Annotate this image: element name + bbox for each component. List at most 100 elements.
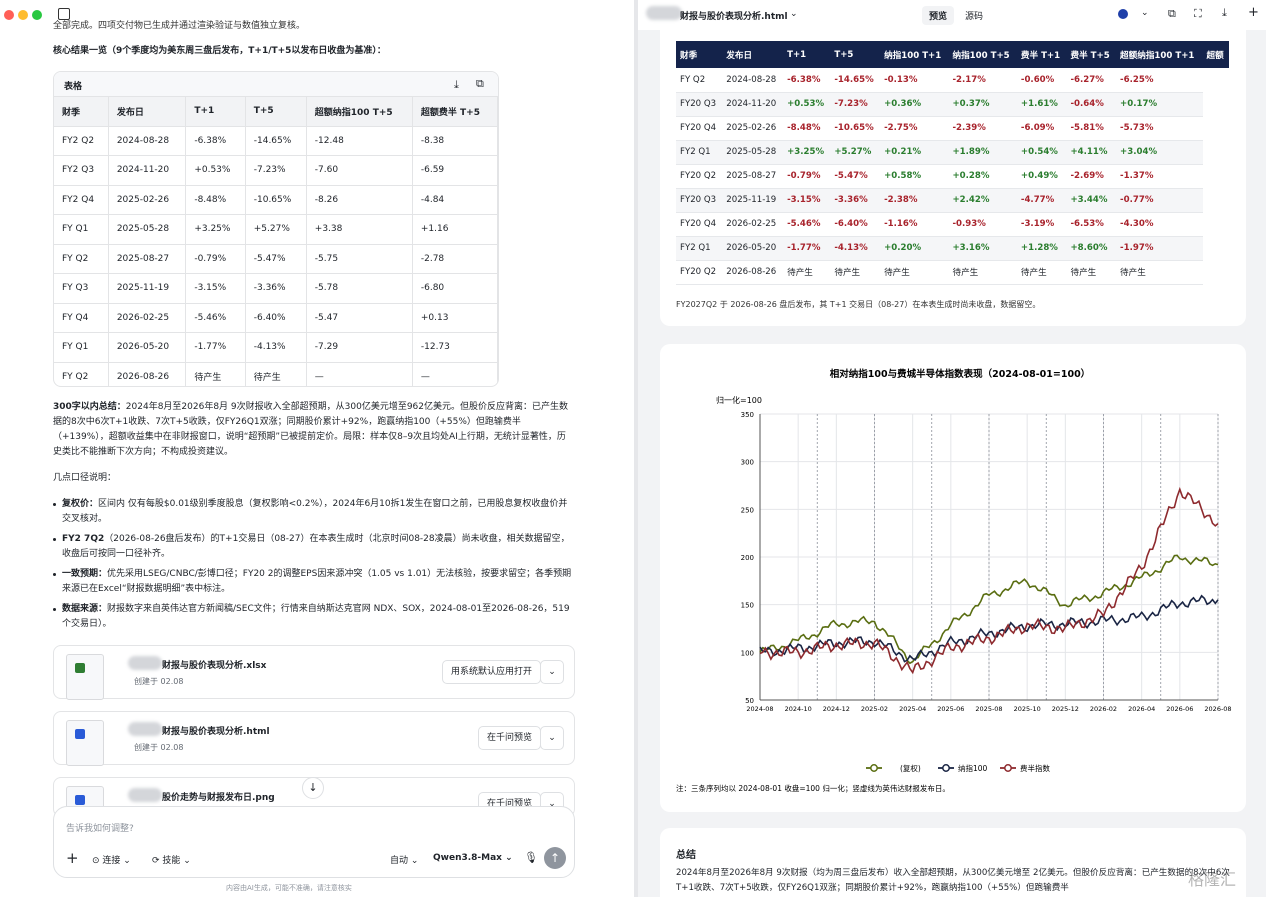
table-row: FY20 Q3 2025-11-19 -3.15% -3.36% -2.38% +2.42… [676,188,1229,213]
table-cell: -0.13% [880,68,949,93]
table-cell: -7.60 [306,155,413,186]
open-file-button[interactable]: 用系统默认应用打开 [442,660,542,684]
table-cell: +1.61% [1016,92,1067,117]
composer: 告诉我如何调整? + ⊙ 连接 ⌄ ⟳ 技能 ⌄ 自动 ⌄ Qwen3.8-Ma… [53,806,575,878]
table-cell: 待产生 [245,362,307,386]
table-row: FY Q1 2025-05-28 +3.25% +5.27% +3.38 +1.16 [54,214,498,245]
table-cell: +0.49% [1016,164,1067,189]
browser-icon[interactable] [1118,9,1128,19]
microphone-icon[interactable]: 🎙 [524,851,538,864]
redacted-blur [128,788,162,802]
y-tick-label: 350 [741,411,754,419]
copy-icon[interactable]: ⧉ [1168,7,1176,21]
file-card[interactable]: 财报与股价表现分析.xlsx 创建于 02.08 用系统默认应用打开 ⌄ [53,645,575,700]
copy-icon[interactable]: ⧉ [476,77,484,91]
connect-button[interactable]: ⊙ 连接 ⌄ [92,853,131,866]
mode-select[interactable]: 自动 ⌄ [390,853,418,866]
table-header: 费半 T+1 [1016,41,1067,68]
table-cell: -5.78 [306,273,413,304]
table-cell: +0.58% [880,164,949,189]
tab-source[interactable]: 源码 [958,6,990,25]
table-cell: +2.42% [948,188,1017,213]
x-tick-label: 2024-12 [823,705,850,713]
table-row: FY2 Q3 2024-11-20 +0.53% -7.23% -7.60 -6.59 [54,155,498,186]
summary-label: 300字以内总结： [53,402,126,412]
close-window-icon[interactable] [4,10,14,20]
table-cell: +0.17% [1116,92,1203,117]
y-tick-label: 100 [741,649,754,657]
chevron-down-icon: ⌄ [120,856,131,866]
table-header: 超额纳指100 T+5 [306,97,413,127]
chevron-down-icon[interactable]: ⌄ [790,9,798,19]
table-cell: — [412,362,498,386]
table-cell: 2025-02-26 [108,185,187,215]
summary-card: 总结 2024年8月至2026年8月 9次财报（均为周三盘后发布）收入全部超预期… [660,828,1246,897]
table-cell: 2026-05-20 [722,236,784,261]
table-row: FY2 Q1 2026-05-20 -1.77% -4.13% +0.20% +3.16%… [676,236,1229,261]
add-icon[interactable]: + [1248,5,1259,20]
minimize-window-icon[interactable] [18,10,28,20]
table-cell: FY Q2 [54,362,109,386]
table-cell: -0.77% [1116,188,1203,213]
table-header: 财季 [54,97,109,127]
table-cell: -3.15% [783,188,831,213]
file-tab-title[interactable]: 财报与股价表现分析.html [680,9,788,22]
table-row: FY20 Q4 2025-02-26 -8.48% -10.65% -2.75% -2.3… [676,116,1229,141]
tab-preview[interactable]: 预览 [922,6,955,25]
list-item: 数据来源：财报数字来自英伟达官方新闻稿/SEC文件；行情来自纳斯达克官网 NDX… [53,602,573,632]
maximize-window-icon[interactable] [32,10,42,20]
chevron-down-icon[interactable]: ⌄ [540,726,564,750]
table-label: 表格 [64,82,83,92]
table-row: FY Q2 2024-08-28 -6.38% -14.65% -0.13% -2.17%… [676,68,1229,93]
redacted-blur [646,6,682,20]
legend-marker [870,764,878,772]
table-cell: 待产生 [1066,260,1117,285]
x-tick-label: 2025-12 [1052,705,1079,713]
table-cell: -5.75 [306,244,413,274]
table-cell: 2026-05-20 [108,332,187,363]
table-row: FY Q3 2025-11-19 -3.15% -3.36% -5.78 -6.80 [54,273,498,304]
summary-text: 2024年8月至2026年8月 9次财报（均为周三盘后发布）收入全部超预期，从3… [676,868,1230,893]
table-cell: 2025-05-28 [722,140,784,165]
table-cell: — [306,362,413,386]
table-cell: 2024-11-20 [722,92,784,117]
file-name: 财报与股价表现分析.xlsx [162,661,267,671]
download-icon[interactable]: ⤓ [454,78,459,92]
file-name: 财报与股价表现分析.html [162,727,270,737]
chevron-down-icon[interactable]: ⌄ [1141,8,1149,18]
table-cell: -1.77% [783,236,831,261]
x-tick-label: 2024-08 [746,705,773,713]
table-header: 财季 [676,41,723,68]
table-cell: +0.36% [880,92,949,117]
table-header: T+5 [830,41,881,68]
table-header: 纳指100 T+1 [880,41,949,68]
fullscreen-icon[interactable]: ⛶ [1194,7,1202,21]
skills-button[interactable]: ⟳ 技能 ⌄ [152,853,191,866]
send-button[interactable]: ↑ [544,847,566,869]
table-cell: -5.73% [1116,116,1203,141]
chevron-down-icon[interactable]: ⌄ [540,660,564,684]
table-note: FY2027Q2 于 2026-08-26 盘后发布，其 T+1 交易日（08-… [676,300,1041,309]
model-select[interactable]: Qwen3.8-Max ⌄ [433,853,513,863]
preview-pane: ⓘ 财报与股价表现分析.html ⌄ 预览 源码 ⌄ ⧉ ⛶ ⤓ + 财季发布日… [638,0,1266,897]
table-cell: FY2 Q1 [676,140,723,165]
section-title: 核心结果一览（9个季度均为美东周三盘后发布，T+1/T+5以发布日收盘为基准）： [53,46,386,56]
composer-input[interactable]: 告诉我如何调整? [66,821,134,834]
open-file-button[interactable]: 在千问预览 [478,726,542,750]
scroll-down-button[interactable]: ↓ [302,777,324,799]
add-icon[interactable]: + [66,849,79,867]
x-tick-label: 2024-10 [785,705,812,713]
table-cell: -3.19% [1016,212,1067,237]
download-icon[interactable]: ⤓ [1222,6,1227,20]
table-cell: +0.53% [783,92,831,117]
table-cell: -12.73 [412,332,498,363]
table-cell: 2026-08-26 [108,362,187,386]
table-cell: +0.53% [185,155,246,186]
table-cell: -7.29 [306,332,413,363]
table-header: 超额纳指100 T+1 [1116,41,1203,68]
table-cell: -8.48% [783,116,831,141]
file-card[interactable]: 财报与股价表现分析.html 创建于 02.08 在千问预览 ⌄ [53,711,575,766]
watermark: 格隆汇 [1188,870,1237,889]
file-icon [66,654,104,700]
redacted-blur [128,722,162,736]
